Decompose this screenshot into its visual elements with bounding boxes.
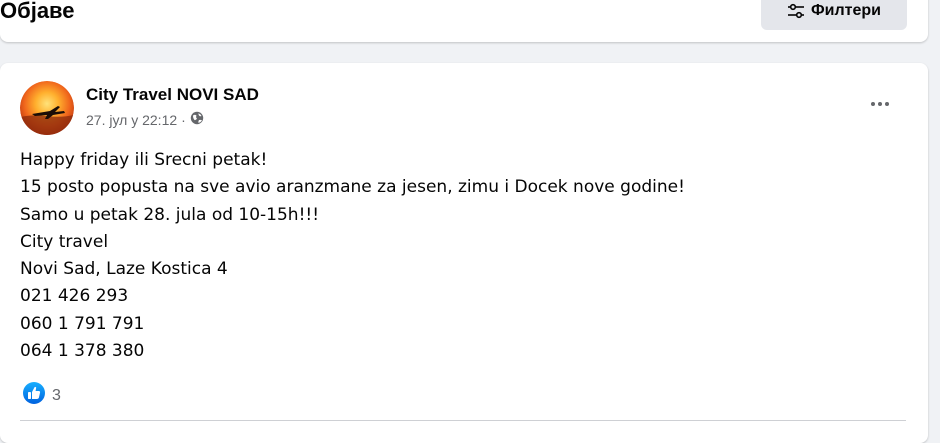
globe-icon xyxy=(190,111,204,129)
post-text-line: 060 1 791 791 xyxy=(20,313,145,334)
more-dots-icon xyxy=(871,102,889,106)
post-text-line: City travel xyxy=(20,231,109,252)
post-text-line: Happy friday ili Srecni petak! xyxy=(20,150,268,170)
page-header: Објаве Филтери xyxy=(0,0,928,42)
reaction-summary[interactable]: 3 xyxy=(22,381,61,410)
post-text-line: 15 posto popusta na sve avio aranzmane z… xyxy=(20,177,685,198)
post-text-line: Novi Sad, Laze Kostica 4 xyxy=(20,259,228,280)
post-meta: 27. јул у 22:12 · xyxy=(86,111,204,129)
page-title: Објаве xyxy=(0,0,75,23)
post-text: Happy friday ili Srecni petak! 15 posto … xyxy=(20,147,900,365)
avatar[interactable] xyxy=(20,81,74,135)
post-text-line: Samo u petak 28. jula od 10-15h!!! xyxy=(20,204,320,225)
more-options-button[interactable] xyxy=(862,89,898,119)
divider xyxy=(20,420,906,421)
post-timestamp[interactable]: 27. јул у 22:12 xyxy=(86,111,177,129)
like-icon xyxy=(22,381,46,410)
post-card: City Travel NOVI SAD 27. јул у 22:12 · H… xyxy=(0,63,928,443)
post-text-line: 021 426 293 xyxy=(20,286,129,307)
reaction-count: 3 xyxy=(52,386,61,404)
filters-button-label: Филтери xyxy=(811,2,881,19)
filters-button[interactable]: Филтери xyxy=(761,0,907,30)
post-text-line: 064 1 378 380 xyxy=(20,341,145,362)
sunset-plane-logo-icon xyxy=(20,81,74,135)
author-name[interactable]: City Travel NOVI SAD xyxy=(86,84,259,106)
sliders-icon xyxy=(787,3,805,19)
meta-separator: · xyxy=(181,112,186,128)
